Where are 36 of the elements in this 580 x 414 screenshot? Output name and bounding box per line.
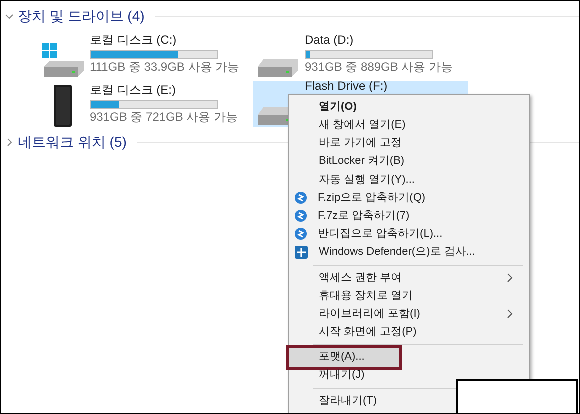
menu-item[interactable]: 시작 화면에 고정(P)	[289, 323, 521, 342]
menu-item[interactable]: Windows Defender(으)로 검사...	[289, 244, 521, 262]
shield-icon	[295, 246, 308, 260]
compress-icon	[295, 228, 307, 240]
drive-icon	[42, 43, 84, 77]
free-space-text: 111GB 중 33.9GB 사용 가능	[90, 59, 240, 75]
menu-item[interactable]: F.7z로 압축하기(7)	[289, 207, 521, 226]
free-space-text: 931GB 중 889GB 사용 가능	[305, 59, 454, 75]
drive-tile[interactable]: 로컬 디스크 (C:) 111GB 중 33.9GB 사용 가능	[38, 31, 253, 77]
menu-item[interactable]: 휴대용 장치로 열기	[289, 286, 521, 306]
free-space-text: 931GB 중 721GB 사용 가능	[90, 109, 238, 125]
menu-item[interactable]: 바로 가기에 고정	[289, 134, 521, 153]
menu-item[interactable]: F.zip으로 압축하기(Q)	[289, 188, 521, 208]
drive-name: 로컬 디스크 (C:)	[90, 33, 178, 48]
menu-item[interactable]: 라이브러리에 포함(I)	[289, 305, 521, 324]
drive-tile[interactable]: Data (D:) 931GB 중 889GB 사용 가능	[253, 31, 468, 77]
compress-icon	[295, 192, 307, 204]
group-title[interactable]: 장치 및 드라이브 (4)	[18, 6, 145, 26]
compress-icon	[295, 210, 307, 222]
external-drive-icon	[54, 85, 72, 127]
group-title[interactable]: 네트워크 위치 (5)	[18, 132, 127, 152]
menu-item[interactable]: 꺼내기(J)	[289, 366, 521, 385]
menu-item[interactable]: 액세스 권한 부여	[289, 268, 521, 287]
chevron-right-icon[interactable]	[5, 138, 14, 146]
menu-item[interactable]: 자동 실행 열기(Y)...	[289, 170, 521, 189]
drive-name: Data (D:)	[305, 33, 355, 48]
chevron-down-icon[interactable]	[5, 12, 14, 20]
drive-name: Flash Drive (F:)	[305, 80, 388, 93]
menu-item[interactable]: 포맷(A)...	[289, 348, 399, 367]
drive-icon	[258, 59, 298, 77]
menu-item[interactable]: BitLocker 켜기(B)	[289, 152, 521, 171]
drive-name: 로컬 디스크 (E:)	[90, 83, 177, 98]
menu-item[interactable]: 새 창에서 열기(E)	[289, 116, 521, 134]
menu-item[interactable]: 반디집으로 압축하기(L)...	[289, 225, 521, 244]
drive-tile[interactable]: 로컬 디스크 (E:) 931GB 중 721GB 사용 가능	[38, 81, 253, 127]
menu-item[interactable]: 열기(O)	[289, 98, 521, 116]
